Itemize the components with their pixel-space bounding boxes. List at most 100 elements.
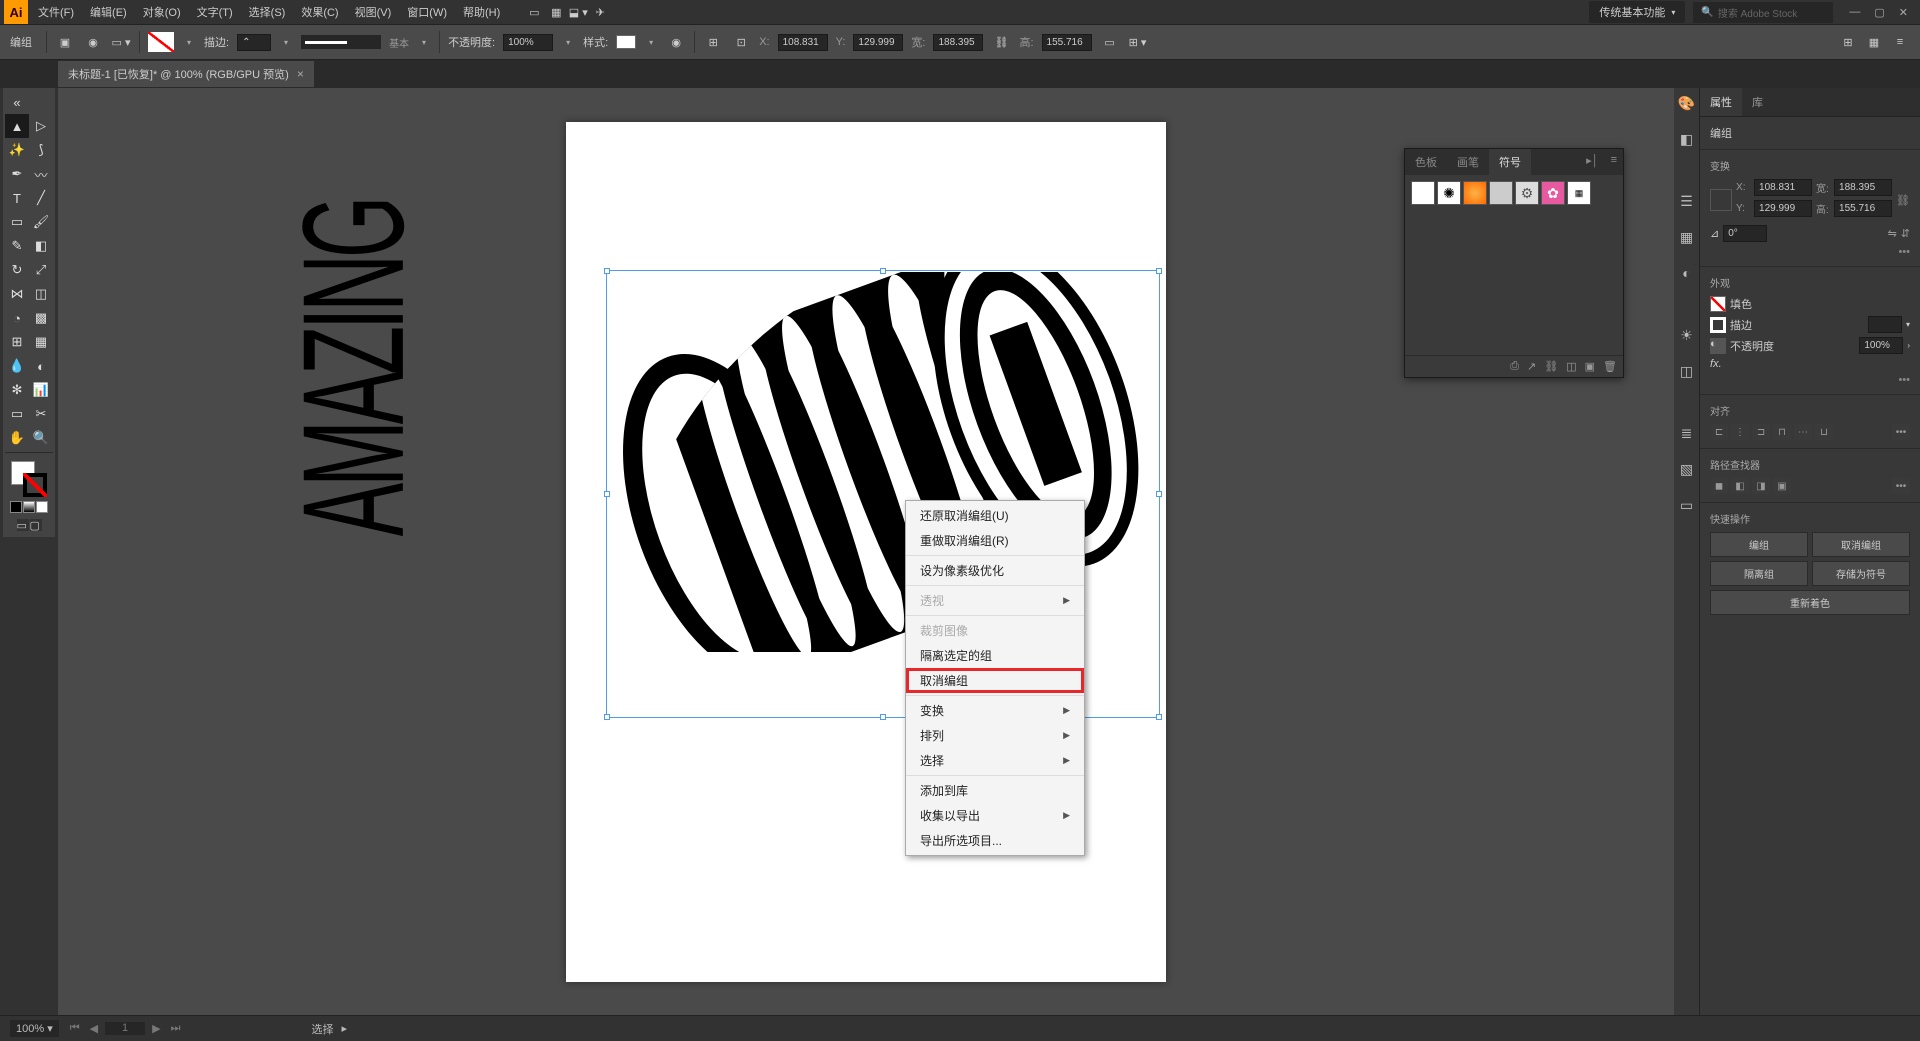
eyedropper-tool[interactable]: 💧 <box>5 354 29 378</box>
dock-gradient-icon[interactable]: ▦ <box>1676 226 1698 248</box>
menu-help[interactable]: 帮助(H) <box>455 0 508 24</box>
align-top[interactable]: ⊓ <box>1773 424 1791 440</box>
snap-icon[interactable]: ⊞ <box>1838 32 1858 52</box>
stroke-dd[interactable]: ▾ <box>279 35 293 49</box>
mesh-tool[interactable]: ⊞ <box>5 330 29 354</box>
cm-ungroup[interactable]: 取消编组 <box>906 668 1084 693</box>
style-dd[interactable]: ▾ <box>644 35 658 49</box>
bounding-icon[interactable]: ▭ ▾ <box>111 32 131 52</box>
zoom-dropdown[interactable]: 100% ▾ <box>10 1020 59 1037</box>
curvature-tool[interactable]: 〰 <box>29 162 53 186</box>
menu-effect[interactable]: 效果(C) <box>293 0 346 24</box>
tab-symbols[interactable]: 符号 <box>1489 149 1531 175</box>
symbols-panel[interactable]: 色板 画笔 符号 ▸│ ≡ ✺ ⚙ ✿ ▦ ⎙ ↗ ⛓ ◫ ▣ 🗑 <box>1404 148 1624 378</box>
selection-tool[interactable]: ▲ <box>5 114 29 138</box>
symbol-new-icon[interactable]: ▣ <box>1585 360 1595 373</box>
tab-swatches[interactable]: 色板 <box>1405 149 1447 175</box>
prop-angle-input[interactable] <box>1723 225 1767 242</box>
cm-collect-export[interactable]: 收集以导出▶ <box>906 803 1084 828</box>
artboard-num[interactable]: 1 <box>105 1022 145 1035</box>
dock-color-icon[interactable]: 🎨 <box>1676 92 1698 114</box>
shape-icon[interactable]: ▭ <box>1100 32 1120 52</box>
fill-dd[interactable]: ▾ <box>182 35 196 49</box>
dock-transparency-icon[interactable]: ◐ <box>1676 262 1698 284</box>
menu-edit[interactable]: 编辑(E) <box>82 0 135 24</box>
symbol-thumb[interactable]: ✿ <box>1541 181 1565 205</box>
cm-isolate[interactable]: 隔离选定的组 <box>906 643 1084 668</box>
pf-minus-front[interactable]: ◧ <box>1731 478 1749 494</box>
close-tab-icon[interactable]: × <box>297 67 304 81</box>
menu-select[interactable]: 选择(S) <box>241 0 294 24</box>
btn-group[interactable]: 编组 <box>1710 532 1808 557</box>
cm-undo[interactable]: 还原取消编组(U) <box>906 503 1084 528</box>
link-wh-icon[interactable]: ⛓ <box>991 32 1011 52</box>
align-left[interactable]: ⊏ <box>1710 424 1728 440</box>
dock-layers-icon[interactable]: ≣ <box>1676 422 1698 444</box>
btn-isolate[interactable]: 隔离组 <box>1710 561 1808 586</box>
more-options-icon[interactable]: ••• <box>1710 246 1910 258</box>
lasso-tool[interactable]: ⟆ <box>29 138 53 162</box>
recolor-icon[interactable]: ◉ <box>666 32 686 52</box>
rotate-tool[interactable]: ↻ <box>5 258 29 282</box>
dock-color-guide-icon[interactable]: ◧ <box>1676 128 1698 150</box>
nav-last[interactable]: ⏭ <box>168 1022 184 1035</box>
type-tool[interactable]: T <box>5 186 29 210</box>
bbox-icon[interactable]: ▣ <box>55 32 75 52</box>
line-tool[interactable]: ╱ <box>29 186 53 210</box>
symbol-thumb[interactable]: ✺ <box>1437 181 1461 205</box>
x-input[interactable]: 108.831 <box>778 34 828 51</box>
pen-tool[interactable]: ✒ <box>5 162 29 186</box>
pf-unite[interactable]: ◼ <box>1710 478 1728 494</box>
nav-first[interactable]: ⏮ <box>67 1022 83 1035</box>
direct-selection-tool[interactable]: ▷ <box>29 114 53 138</box>
stroke-weight-input[interactable]: ⌃ <box>237 34 271 51</box>
screen-mode-normal[interactable]: ▭ <box>17 519 29 531</box>
gpu-icon[interactable]: ⬓ ▾ <box>568 2 588 22</box>
fill-swatch[interactable] <box>1710 296 1726 312</box>
dock-stroke-icon[interactable]: ☰ <box>1676 190 1698 212</box>
color-mode-none[interactable] <box>36 501 48 513</box>
btn-save-symbol[interactable]: 存储为符号 <box>1812 561 1910 586</box>
panel-menu-icon[interactable]: ≡ <box>1605 149 1623 175</box>
tab-properties[interactable]: 属性 <box>1700 88 1742 116</box>
align-hcenter[interactable]: ⋮ <box>1731 424 1749 440</box>
symbol-thumb[interactable]: ⚙ <box>1515 181 1539 205</box>
prop-w-input[interactable] <box>1834 179 1892 196</box>
tool-collapse[interactable]: « <box>5 90 29 114</box>
style-swatch[interactable] <box>616 35 636 49</box>
scale-tool[interactable]: ⤢ <box>29 258 53 282</box>
dock-graphic-styles-icon[interactable]: ◫ <box>1676 360 1698 382</box>
btn-ungroup[interactable]: 取消编组 <box>1812 532 1910 557</box>
perspective-grid-tool[interactable]: ▩ <box>29 306 53 330</box>
rocket-icon[interactable]: ✈ <box>590 2 610 22</box>
dock-appearance-icon[interactable]: ☀ <box>1676 324 1698 346</box>
slice-tool[interactable]: ✂ <box>29 402 53 426</box>
cm-arrange[interactable]: 排列▶ <box>906 723 1084 748</box>
dock-asset-export-icon[interactable]: ▧ <box>1676 458 1698 480</box>
prop-h-input[interactable] <box>1834 200 1892 217</box>
close-button[interactable]: ✕ <box>1899 6 1908 19</box>
rectangle-tool[interactable]: ▭ <box>5 210 29 234</box>
perspective-icon[interactable]: ▦ <box>1864 32 1884 52</box>
nav-prev[interactable]: ◀ <box>87 1022 101 1035</box>
blend-tool[interactable]: ◐ <box>29 354 53 378</box>
arrange-docs-icon[interactable]: ▦ <box>546 2 566 22</box>
cm-pixel-optimize[interactable]: 设为像素级优化 <box>906 558 1084 583</box>
paintbrush-tool[interactable]: 🖌 <box>29 210 53 234</box>
eraser-tool[interactable]: ◧ <box>29 234 53 258</box>
zoom-tool[interactable]: 🔍 <box>29 426 53 450</box>
align-bottom[interactable]: ⊔ <box>1815 424 1833 440</box>
opacity-input[interactable]: 100% <box>503 34 553 51</box>
opacity-dd[interactable]: ▾ <box>561 35 575 49</box>
ref-point-widget[interactable] <box>1710 189 1732 211</box>
ref-point-icon[interactable]: ⊡ <box>731 32 751 52</box>
color-mode-gradient[interactable] <box>23 501 35 513</box>
btn-recolor[interactable]: 重新着色 <box>1710 590 1910 615</box>
pf-exclude[interactable]: ▣ <box>1773 478 1791 494</box>
free-transform-tool[interactable]: ◫ <box>29 282 53 306</box>
magic-wand-tool[interactable]: ✨ <box>5 138 29 162</box>
status-arrow-icon[interactable]: ▸ <box>341 1022 347 1035</box>
menu-type[interactable]: 文字(T) <box>189 0 241 24</box>
symbol-options-icon[interactable]: ◫ <box>1566 360 1576 373</box>
cm-export-selection[interactable]: 导出所选项目... <box>906 828 1084 853</box>
